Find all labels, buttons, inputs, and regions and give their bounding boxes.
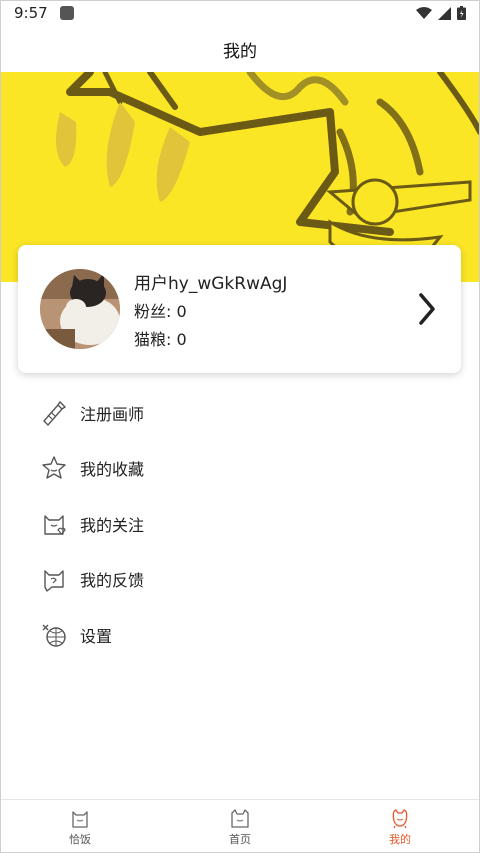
menu-list: 注册画师 我的收藏 我的关注 我的反馈 设置 [0,385,480,663]
cat-home-icon [231,808,249,828]
wifi-icon [416,6,432,19]
feedback-icon [40,565,68,593]
chevron-right-icon[interactable] [417,289,437,329]
menu-item-label: 我的收藏 [80,460,145,480]
menu-item-register-artist[interactable]: 注册画师 [0,385,480,441]
menu-item-label: 设置 [80,626,113,646]
status-indicators [416,6,466,20]
menu-item-label: 我的关注 [80,515,145,535]
menu-item-favorites[interactable]: 我的收藏 [0,441,480,497]
menu-item-following[interactable]: 我的关注 [0,496,480,552]
profile-card[interactable]: 用户hy_wGkRwAgJ 粉丝: 0 猫粮: 0 [18,245,461,373]
tab-me[interactable]: 我的 [320,800,480,853]
username: 用户hy_wGkRwAgJ [134,273,288,294]
cat-food-count: 猫粮: 0 [134,329,187,349]
menu-item-label: 我的反馈 [80,571,145,591]
menu-item-label: 注册画师 [80,404,145,424]
menu-item-feedback[interactable]: 我的反馈 [0,552,480,608]
page-title: 我的 [0,26,480,72]
bottom-nav: 恰饭 首页 我的 [0,799,480,853]
profile-info: 用户hy_wGkRwAgJ 粉丝: 0 猫粮: 0 [134,269,287,350]
app-notification-icon [59,6,74,20]
cat-bag-icon [72,810,88,828]
fans-count: 粉丝: 0 [134,301,187,321]
tab-home[interactable]: 首页 [160,800,320,853]
menu-item-settings[interactable]: 设置 [0,607,480,663]
status-time: 9:57 [14,4,48,22]
tab-label: 首页 [229,832,251,846]
avatar[interactable] [40,269,120,349]
star-icon [40,454,68,482]
cat-avatar-image [40,269,120,349]
signal-icon [438,6,451,20]
tab-label: 我的 [389,832,411,846]
cat-me-icon [392,808,408,828]
tab-earn[interactable]: 恰饭 [0,800,160,853]
tab-label: 恰饭 [69,832,91,846]
battery-icon [457,6,466,20]
settings-icon [40,621,68,649]
brush-icon [40,399,68,427]
status-bar: 9:57 [0,0,480,26]
cat-heart-icon [40,510,68,538]
